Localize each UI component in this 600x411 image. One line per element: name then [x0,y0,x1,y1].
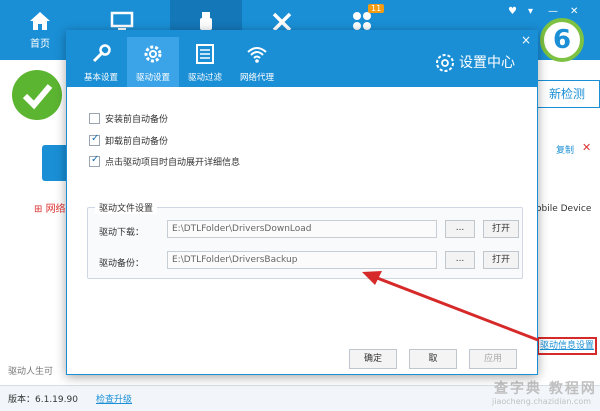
backup-path-input[interactable] [167,251,437,269]
tab-driver-settings-label: 驱动设置 [135,73,170,83]
driver-life-label: 驱动人生可 [8,367,54,377]
mobile-device-label: obile Device [536,204,592,214]
apps-icon [353,12,371,30]
usb-icon [200,12,212,30]
option-label: 安装前自动备份 [105,115,169,125]
tab-basic-settings[interactable]: 基本设置 [75,37,127,87]
list-icon [196,44,214,64]
nav-home-label: 首页 [30,39,50,50]
menu-icon[interactable]: ▾ [528,6,533,17]
dialog-header: 基本设置 驱动设置 驱动过滤 网络代理 设置中心 × [67,31,537,87]
cancel-button[interactable]: 取 [409,349,457,369]
tab-driver-filter[interactable]: 驱动过滤 [179,37,231,87]
wifi-icon [247,47,267,63]
download-open-button[interactable]: 打开 [483,220,519,238]
network-label: ⊞ 网络 [34,204,66,215]
tools-icon [272,12,292,32]
watermark-main: 查字典 教程网 [494,381,597,397]
check-upgrade-link[interactable]: 检查升级 [96,392,132,405]
download-browse-button[interactable]: ... [445,220,475,238]
nav-home[interactable]: 首页 [10,0,70,60]
version-label: 版本：6.1.19.90 [8,395,78,405]
copy-link[interactable]: 复制 [556,143,574,156]
settings-center-icon [436,54,454,72]
checkbox-backup-before-uninstall[interactable] [89,133,100,146]
dialog-title: 设置中心 [459,55,515,71]
checkbox-auto-expand-details[interactable] [89,154,100,167]
backup-browse-button[interactable]: ... [445,251,475,269]
ok-button[interactable]: 确定 [349,349,397,369]
gear-icon [144,45,162,63]
notification-badge: 11 [368,4,385,13]
tab-driver-settings[interactable]: 驱动设置 [127,37,179,87]
app-logo: 6 [540,18,584,62]
download-path-input[interactable] [167,220,437,238]
apply-button[interactable]: 应用 [469,349,517,369]
option-label: 点击驱动项目时自动展开详细信息 [105,158,241,168]
driver-file-settings-title: 驱动文件设置 [95,201,158,214]
skin-icon[interactable]: ♥ [508,6,517,17]
remove-icon[interactable]: ✕ [582,141,591,154]
dialog-close-icon[interactable]: × [521,33,531,47]
success-check-icon [12,70,62,120]
download-path-label: 驱动下载： [99,228,145,238]
app-close-icon[interactable]: ✕ [570,6,578,17]
minimize-icon[interactable]: — [548,6,558,17]
tab-network-proxy[interactable]: 网络代理 [231,37,283,87]
settings-dialog: 基本设置 驱动设置 驱动过滤 网络代理 设置中心 × 安装前自动备份 卸载前自动… [66,30,538,375]
home-icon [30,12,50,30]
backup-open-button[interactable]: 打开 [483,251,519,269]
checkbox-backup-before-install[interactable] [89,113,100,124]
tab-basic-settings-label: 基本设置 [83,73,118,83]
tab-network-proxy-label: 网络代理 [239,73,274,83]
option-label: 卸载前自动备份 [105,137,169,147]
backup-path-label: 驱动备份： [99,259,145,269]
wrench-icon [92,44,111,63]
monitor-icon [110,11,134,30]
driver-info-settings-link[interactable]: 驱动信息设置 [537,337,597,355]
tab-driver-filter-label: 驱动过滤 [187,73,222,83]
watermark-sub: jiaocheng.chazidian.com [492,397,592,406]
redetect-button[interactable]: 新检测 [534,80,600,108]
